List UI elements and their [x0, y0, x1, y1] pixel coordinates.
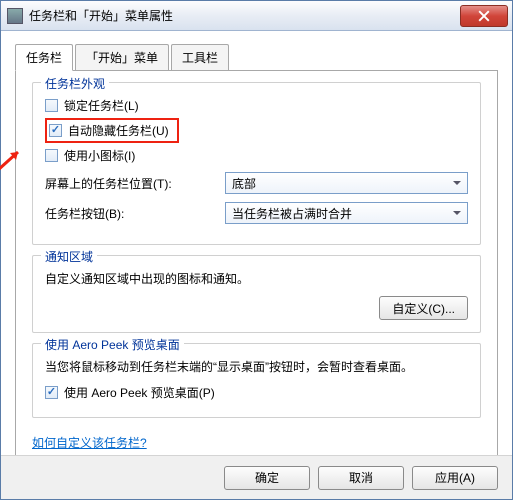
close-icon — [478, 10, 490, 22]
group-title: 使用 Aero Peek 预览桌面 — [41, 336, 184, 353]
ok-button[interactable]: 确定 — [224, 466, 310, 490]
apply-button[interactable]: 应用(A) — [412, 466, 498, 490]
button-row: 自定义(C)... — [45, 296, 468, 320]
highlight-box: 自动隐藏任务栏(U) — [45, 118, 179, 143]
checkbox-small-icons[interactable] — [45, 149, 58, 162]
checkbox-label: 使用小图标(I) — [64, 147, 135, 164]
group-appearance: 任务栏外观 锁定任务栏(L) 自动隐藏任务栏(U) 使用小图标(I) 屏幕上 — [32, 82, 481, 245]
checkbox-aero-peek[interactable] — [45, 386, 58, 399]
dialog-footer: 确定 取消 应用(A) — [1, 455, 512, 499]
select-buttons[interactable]: 当任务栏被占满时合并 — [225, 202, 468, 224]
content-area: 任务栏 「开始」菜单 工具栏 任务栏外观 锁定任务栏(L) 自动隐藏任务栏(U) — [1, 31, 512, 464]
row-position: 屏幕上的任务栏位置(T): 底部 — [45, 172, 468, 194]
dialog-window: 任务栏和「开始」菜单属性 任务栏 「开始」菜单 工具栏 任务栏外观 锁定任务栏(… — [0, 0, 513, 500]
row-lock-taskbar: 锁定任务栏(L) — [45, 97, 468, 114]
select-value: 当任务栏被占满时合并 — [232, 205, 352, 222]
tab-label: 工具栏 — [182, 51, 218, 65]
group-title: 任务栏外观 — [41, 75, 109, 92]
annotation-arrow-icon — [0, 146, 26, 175]
select-value: 底部 — [232, 175, 256, 192]
group-title: 通知区域 — [41, 248, 97, 265]
aero-desc: 当您将鼠标移动到任务栏末端的“显示桌面”按钮时，会暂时查看桌面。 — [45, 358, 468, 376]
group-notification: 通知区域 自定义通知区域中出现的图标和通知。 自定义(C)... — [32, 255, 481, 333]
row-autohide: 自动隐藏任务栏(U) — [45, 118, 468, 143]
notification-desc: 自定义通知区域中出现的图标和通知。 — [45, 270, 468, 288]
checkbox-label: 锁定任务栏(L) — [64, 97, 139, 114]
row-buttons: 任务栏按钮(B): 当任务栏被占满时合并 — [45, 202, 468, 224]
label-position: 屏幕上的任务栏位置(T): — [45, 175, 225, 192]
cancel-button[interactable]: 取消 — [318, 466, 404, 490]
close-button[interactable] — [460, 5, 508, 27]
tab-bar: 任务栏 「开始」菜单 工具栏 — [15, 44, 498, 71]
window-title: 任务栏和「开始」菜单属性 — [29, 7, 460, 24]
tab-taskbar[interactable]: 任务栏 — [15, 44, 73, 71]
checkbox-label: 自动隐藏任务栏(U) — [68, 122, 169, 139]
tab-label: 「开始」菜单 — [86, 51, 158, 65]
tab-panel: 任务栏外观 锁定任务栏(L) 自动隐藏任务栏(U) 使用小图标(I) 屏幕上 — [15, 70, 498, 464]
tab-toolbars[interactable]: 工具栏 — [171, 44, 229, 70]
row-aero-peek: 使用 Aero Peek 预览桌面(P) — [45, 384, 468, 401]
select-position[interactable]: 底部 — [225, 172, 468, 194]
checkbox-label: 使用 Aero Peek 预览桌面(P) — [64, 384, 215, 401]
app-icon — [7, 8, 23, 24]
tab-start-menu[interactable]: 「开始」菜单 — [75, 44, 169, 70]
help-link[interactable]: 如何自定义该任务栏? — [32, 434, 147, 451]
row-small-icons: 使用小图标(I) — [45, 147, 468, 164]
customize-button[interactable]: 自定义(C)... — [379, 296, 468, 320]
group-aero-peek: 使用 Aero Peek 预览桌面 当您将鼠标移动到任务栏末端的“显示桌面”按钮… — [32, 343, 481, 418]
tab-label: 任务栏 — [26, 51, 62, 65]
checkbox-lock[interactable] — [45, 99, 58, 112]
label-buttons: 任务栏按钮(B): — [45, 205, 225, 222]
checkbox-autohide[interactable] — [49, 124, 62, 137]
titlebar: 任务栏和「开始」菜单属性 — [1, 1, 512, 31]
